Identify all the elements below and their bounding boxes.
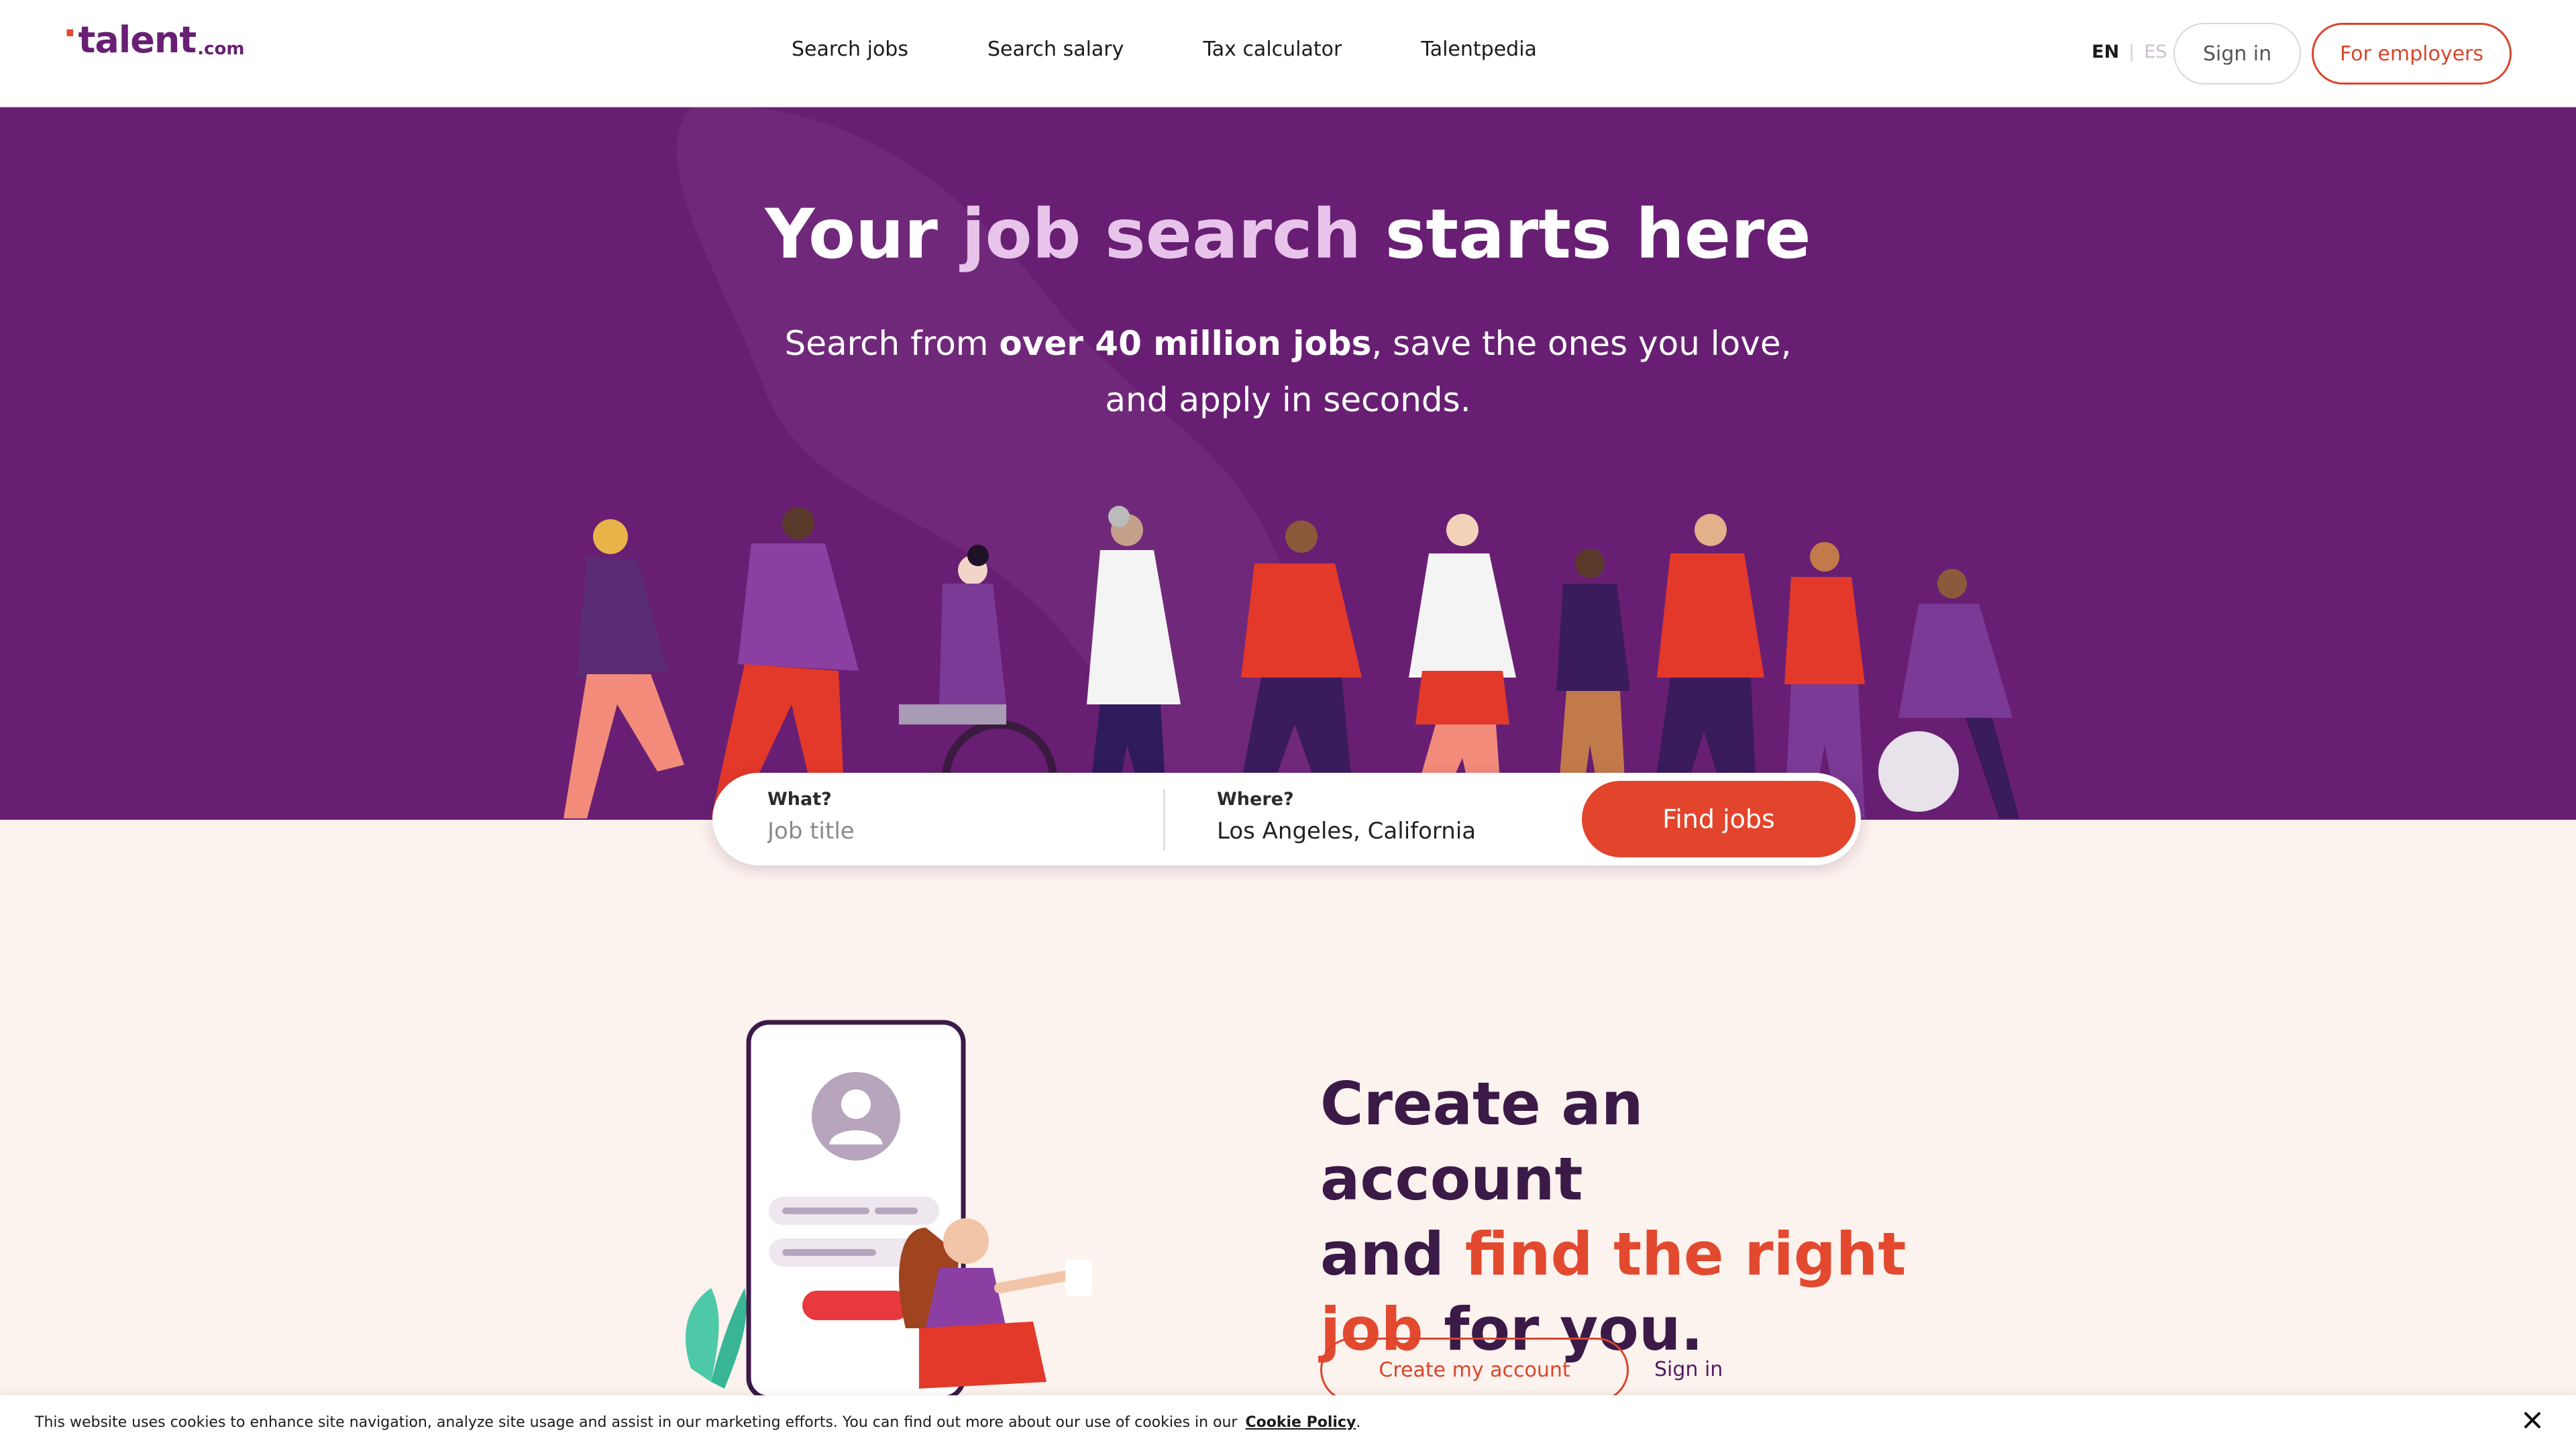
hero-title-highlight: job search bbox=[961, 195, 1362, 274]
account-section-title: Create an account and find the right job f… bbox=[1320, 1067, 1924, 1367]
find-jobs-button[interactable]: Find jobs bbox=[1582, 781, 1856, 857]
cookie-text: This website uses cookies to enhance sit… bbox=[35, 1414, 1238, 1431]
header-signin-button[interactable]: Sign in bbox=[2174, 23, 2301, 85]
for-employers-button[interactable]: For employers bbox=[2312, 23, 2512, 85]
lang-es[interactable]: ES bbox=[2144, 42, 2167, 62]
acct-line2-highlight: find the right bbox=[1464, 1220, 1907, 1289]
phone-button-shape bbox=[802, 1291, 910, 1320]
cookie-message: This website uses cookies to enhance sit… bbox=[35, 1414, 1360, 1431]
person-10-figure bbox=[1878, 569, 2019, 818]
job-title-input[interactable] bbox=[767, 818, 1143, 845]
acct-line1: Create an account bbox=[1320, 1069, 1644, 1214]
cookie-banner: This website uses cookies to enhance sit… bbox=[0, 1395, 2576, 1449]
job-search-bar: What? Where? Find jobs bbox=[712, 773, 1861, 865]
hero-sub-pre: Search from bbox=[784, 324, 1000, 363]
account-signin-link[interactable]: Sign in bbox=[1654, 1358, 1723, 1381]
cookie-end: . bbox=[1356, 1414, 1361, 1431]
create-account-illustration bbox=[685, 1020, 1092, 1401]
hero-title-post: starts here bbox=[1361, 195, 1811, 274]
plant-illustration bbox=[685, 1288, 747, 1389]
hero-section: Your job search starts here Search from … bbox=[0, 107, 2576, 820]
search-divider bbox=[1163, 789, 1165, 851]
hero-title: Your job search starts here bbox=[0, 195, 2576, 274]
nav-search-salary[interactable]: Search salary bbox=[987, 38, 1124, 61]
hero-sub-line2: and apply in seconds. bbox=[1105, 380, 1471, 419]
main-nav: Search jobs Search salary Tax calculator… bbox=[792, 38, 1537, 61]
sitting-woman-illustration bbox=[899, 1218, 1092, 1389]
acct-line2-pre: and bbox=[1320, 1220, 1465, 1289]
logo-dot: · bbox=[63, 12, 77, 54]
language-switcher: EN | ES bbox=[2092, 42, 2167, 62]
site-header: · talent .com Search jobs Search salary … bbox=[0, 0, 2576, 107]
logo-suffix: .com bbox=[197, 39, 245, 59]
person-4-figure bbox=[1087, 506, 1181, 818]
create-account-button[interactable]: Create my account bbox=[1320, 1338, 1629, 1402]
nav-search-jobs[interactable]: Search jobs bbox=[792, 38, 908, 61]
nav-tax-calculator[interactable]: Tax calculator bbox=[1203, 38, 1342, 61]
what-label: What? bbox=[767, 789, 832, 810]
what-field: What? bbox=[767, 789, 1143, 845]
where-field: Where? bbox=[1217, 789, 1593, 845]
hero-title-pre: Your bbox=[765, 195, 962, 274]
talent-logo[interactable]: · talent .com bbox=[63, 12, 245, 61]
hero-sub-mid: , save the ones you love, bbox=[1371, 324, 1792, 363]
location-input[interactable] bbox=[1217, 818, 1593, 845]
hero-sub-bold: over 40 million jobs bbox=[999, 324, 1372, 363]
nav-talentpedia[interactable]: Talentpedia bbox=[1421, 38, 1537, 61]
logo-text: talent bbox=[78, 19, 197, 61]
hero-subtitle: Search from over 40 million jobs, save t… bbox=[765, 315, 1811, 428]
person-2-figure bbox=[711, 507, 859, 818]
lang-separator: | bbox=[2129, 42, 2135, 62]
lang-en[interactable]: EN bbox=[2092, 42, 2119, 62]
close-icon[interactable] bbox=[2518, 1406, 2546, 1434]
cookie-policy-link[interactable]: Cookie Policy bbox=[1245, 1414, 1356, 1431]
where-label: Where? bbox=[1217, 789, 1294, 810]
person-1-figure bbox=[564, 519, 684, 818]
